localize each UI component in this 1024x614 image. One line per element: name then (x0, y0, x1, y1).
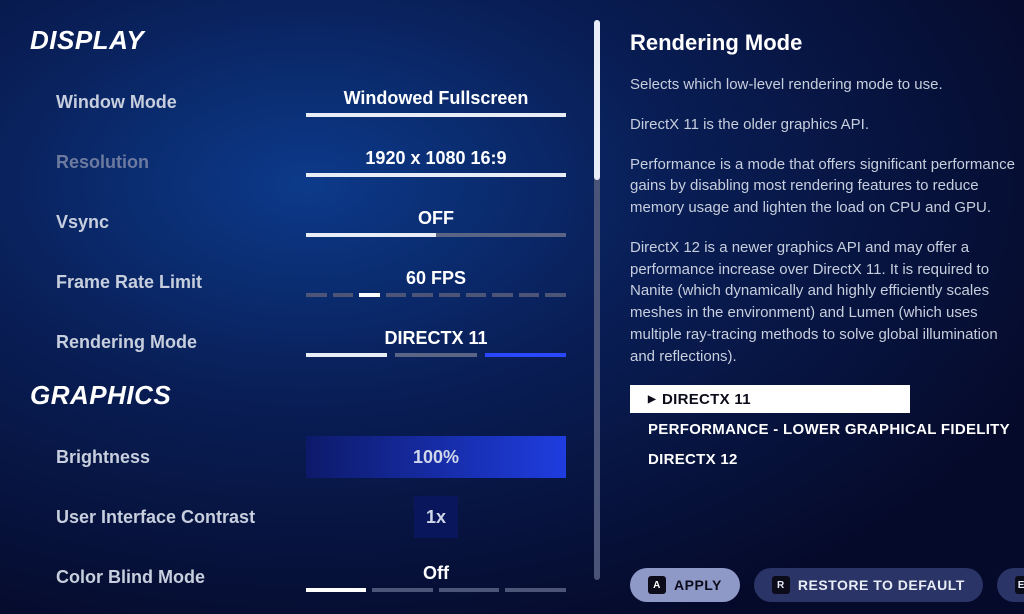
slider-ui-contrast[interactable]: 1x (306, 496, 566, 538)
track-icon (306, 113, 566, 117)
setting-label: Window Mode (56, 92, 306, 113)
footer-buttons: A APPLY R RESTORE TO DEFAULT ESC B (630, 568, 1024, 602)
setting-label: Vsync (56, 212, 306, 233)
scrollbar-thumb[interactable] (594, 20, 600, 180)
setting-value[interactable]: Off (306, 563, 566, 592)
setting-brightness[interactable]: Brightness 100% (30, 433, 570, 481)
info-paragraph: DirectX 11 is the older graphics API. (630, 114, 1024, 136)
settings-left-panel: DISPLAY Window Mode Windowed Fullscreen … (30, 25, 570, 614)
section-header-graphics: GRAPHICS (30, 380, 570, 411)
track-icon (306, 293, 566, 297)
info-paragraph: DirectX 12 is a newer graphics API and m… (630, 237, 1024, 368)
restore-default-button[interactable]: R RESTORE TO DEFAULT (754, 568, 983, 602)
option-directx-11[interactable]: DIRECTX 11 (630, 385, 910, 413)
setting-value[interactable]: Windowed Fullscreen (306, 88, 566, 117)
setting-resolution[interactable]: Resolution 1920 x 1080 16:9 (30, 138, 570, 186)
option-directx-12[interactable]: DIRECTX 12 (630, 445, 1024, 473)
setting-ui-contrast[interactable]: User Interface Contrast 1x (30, 493, 570, 541)
rendering-mode-option-list: DIRECTX 11 PERFORMANCE - LOWER GRAPHICAL… (630, 385, 1024, 473)
setting-label: Color Blind Mode (56, 567, 306, 588)
info-panel: Rendering Mode Selects which low-level r… (630, 30, 1024, 475)
slider-brightness[interactable]: 100% (306, 436, 566, 478)
setting-window-mode[interactable]: Window Mode Windowed Fullscreen (30, 78, 570, 126)
option-performance[interactable]: PERFORMANCE - LOWER GRAPHICAL FIDELITY (630, 415, 1024, 443)
track-icon (306, 353, 566, 357)
setting-value[interactable]: OFF (306, 208, 566, 237)
setting-color-blind-mode[interactable]: Color Blind Mode Off (30, 553, 570, 601)
setting-vsync[interactable]: Vsync OFF (30, 198, 570, 246)
setting-label: Resolution (56, 152, 306, 173)
apply-button[interactable]: A APPLY (630, 568, 740, 602)
scrollbar[interactable] (594, 20, 600, 580)
section-header-display: DISPLAY (30, 25, 570, 56)
setting-label: User Interface Contrast (56, 507, 306, 528)
track-icon (306, 588, 566, 592)
setting-value[interactable]: 1920 x 1080 16:9 (306, 148, 566, 177)
setting-label: Frame Rate Limit (56, 272, 306, 293)
track-icon (306, 173, 566, 177)
key-hint-icon: ESC (1015, 576, 1024, 594)
setting-label: Brightness (56, 447, 306, 468)
key-hint-icon: R (772, 576, 790, 594)
setting-value[interactable]: DIRECTX 11 (306, 328, 566, 357)
info-paragraph: Performance is a mode that offers signif… (630, 154, 1024, 219)
info-paragraph: Selects which low-level rendering mode t… (630, 74, 1024, 96)
track-icon (306, 233, 566, 237)
setting-frame-rate-limit[interactable]: Frame Rate Limit 60 FPS (30, 258, 570, 306)
setting-rendering-mode[interactable]: Rendering Mode DIRECTX 11 (30, 318, 570, 366)
info-title: Rendering Mode (630, 30, 1024, 56)
back-button[interactable]: ESC B (997, 568, 1024, 602)
setting-label: Rendering Mode (56, 332, 306, 353)
setting-value[interactable]: 60 FPS (306, 268, 566, 297)
key-hint-icon: A (648, 576, 666, 594)
